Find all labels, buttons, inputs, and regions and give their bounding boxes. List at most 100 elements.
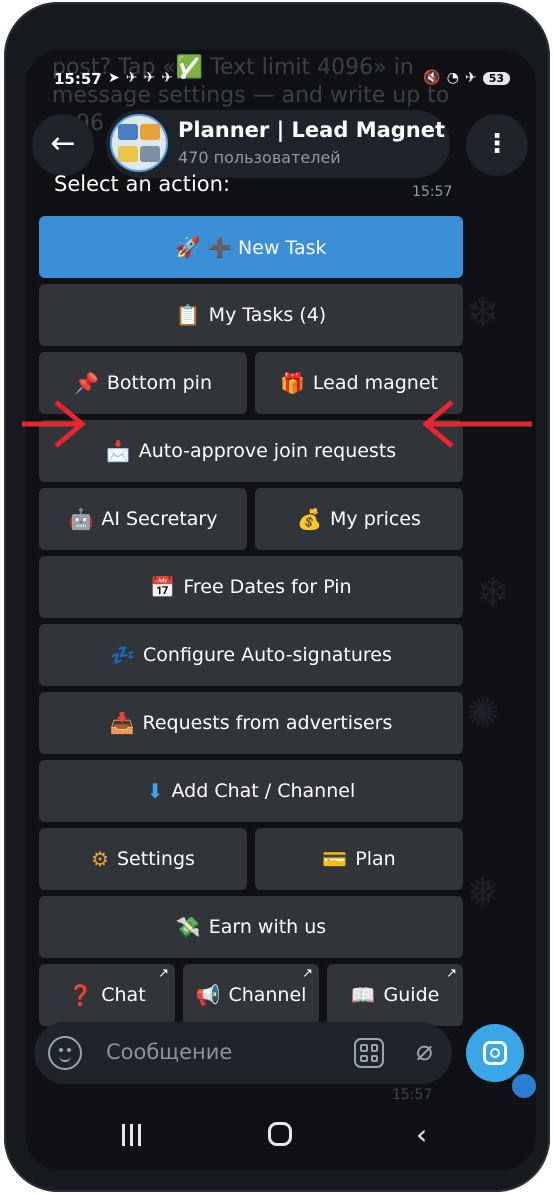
ai-secretary-label: AI Secretary <box>101 508 218 530</box>
auto-approve-label: Auto-approve join requests <box>138 440 397 462</box>
my-tasks-button[interactable]: 📋 My Tasks (4) <box>39 284 463 346</box>
add-chat-channel-label: Add Chat / Channel <box>171 780 356 802</box>
system-icons: 🔇◔✈ 53 <box>423 70 510 86</box>
bottom-pin-label: Bottom pin <box>106 372 213 394</box>
auto-signatures-button[interactable]: 💤 Configure Auto-signatures <box>39 624 463 686</box>
status-time: 15:57 <box>54 70 102 88</box>
my-prices-label: My prices <box>330 508 421 530</box>
camera-icon <box>483 1041 507 1065</box>
external-link-icon: ↗ <box>158 966 169 981</box>
earn-with-us-button[interactable]: 💸 Earn with us <box>39 896 463 958</box>
my-tasks-label: My Tasks (4) <box>208 304 327 326</box>
gift-icon: 🎁 <box>280 371 305 395</box>
battery-icon: 53 <box>482 72 510 85</box>
auto-signatures-label: Configure Auto-signatures <box>143 644 392 666</box>
requests-advertisers-label: Requests from advertisers <box>142 712 393 734</box>
new-task-button[interactable]: 🚀 ➕ New Task <box>39 216 463 278</box>
chat-title: Planner | Lead Magnet <box>178 118 446 142</box>
guide-link-button[interactable]: 📖 Guide ↗ <box>327 964 463 1026</box>
lead-magnet-label: Lead magnet <box>312 372 438 394</box>
free-dates-button[interactable]: 📅 Free Dates for Pin <box>39 556 463 618</box>
status-bar: 15:57 ➤✈✈✈• 🔇◔✈ 53 <box>26 68 536 96</box>
settings-button[interactable]: ⚙ Settings <box>39 828 247 890</box>
message-input-bar: Сообщение ⌀ <box>34 1022 452 1084</box>
dot-icon: • <box>178 70 194 86</box>
new-task-label: ➕ New Task <box>208 236 327 259</box>
more-vertical-icon: ⋮ <box>484 129 510 159</box>
camera-button[interactable] <box>466 1024 524 1082</box>
channel-link-label: Channel <box>228 984 307 1006</box>
plan-label: Plan <box>355 848 396 870</box>
clipboard-icon: 📋 <box>175 303 201 327</box>
snowflake-doodle-icon: ❄ <box>466 290 500 336</box>
download-arrow-icon: ⬇ <box>146 779 164 803</box>
add-chat-channel-button[interactable]: ⬇ Add Chat / Channel <box>39 760 463 822</box>
faded-message-time: 15:57 <box>392 1087 433 1103</box>
zzz-icon: 💤 <box>110 643 136 667</box>
avatar-quadrant <box>118 124 138 140</box>
message-time: 15:57 <box>412 184 453 200</box>
chat-subtitle: 470 пользователей <box>178 148 341 167</box>
chat-link-label: Chat <box>101 984 146 1006</box>
airplane-icon: ✈ <box>464 70 483 86</box>
circle-doodle-icon: ✺ <box>466 690 500 736</box>
telegram-icon: ✈ <box>143 70 162 86</box>
arrow-left-icon: ← <box>50 126 76 161</box>
snowflake-doodle-icon: ❄ <box>476 570 510 616</box>
recent-apps-icon[interactable] <box>122 1124 148 1148</box>
wifi-icon: ◔ <box>446 70 465 86</box>
free-dates-label: Free Dates for Pin <box>183 576 352 598</box>
home-icon[interactable] <box>268 1122 292 1146</box>
question-icon: ❓ <box>68 983 94 1007</box>
settings-label: Settings <box>117 848 195 870</box>
chat-bubble-badge-icon[interactable] <box>512 1074 536 1098</box>
avatar-quadrant <box>140 124 160 140</box>
auto-approve-button[interactable]: 📩 Auto-approve join requests <box>39 420 463 482</box>
inbox-tray-icon: 📥 <box>109 711 135 735</box>
mute-icon: 🔇 <box>423 70 447 86</box>
channel-link-button[interactable]: 📢 Channel ↗ <box>183 964 319 1026</box>
envelope-icon: 📩 <box>105 439 131 463</box>
money-wings-icon: 💸 <box>175 915 201 939</box>
message-input[interactable]: Сообщение <box>106 1040 232 1064</box>
nav-back-icon[interactable]: ‹ <box>416 1118 427 1151</box>
telegram-icon: ✈ <box>125 70 144 86</box>
earn-with-us-label: Earn with us <box>208 916 327 938</box>
paperclip-icon[interactable]: ⌀ <box>416 1034 433 1067</box>
more-menu-button[interactable]: ⋮ <box>466 114 528 176</box>
credit-card-icon: 💳 <box>322 847 348 871</box>
snowflake-doodle-icon: ❅ <box>466 870 500 916</box>
message-text: Select an action: <box>54 172 231 196</box>
system-nav-bar: ‹ <box>26 1110 536 1170</box>
avatar-quadrant <box>118 146 138 162</box>
annotation-arrow-right-icon <box>22 400 86 448</box>
gear-icon: ⚙ <box>91 847 109 871</box>
telegram-icon: ✈ <box>161 70 179 86</box>
back-button[interactable]: ← <box>32 114 94 176</box>
rocket-icon: 🚀 <box>175 235 201 259</box>
guide-link-label: Guide <box>383 984 440 1006</box>
bot-keyboard-icon[interactable] <box>354 1038 384 1068</box>
pushpin-icon: 📌 <box>73 371 99 395</box>
avatar-quadrant <box>140 146 160 162</box>
external-link-icon: ↗ <box>446 966 457 981</box>
open-book-icon: 📖 <box>350 983 376 1007</box>
requests-advertisers-button[interactable]: 📥 Requests from advertisers <box>39 692 463 754</box>
money-bag-icon: 💰 <box>297 507 323 531</box>
chat-link-button[interactable]: ❓ Chat ↗ <box>39 964 175 1026</box>
ai-secretary-button[interactable]: 🤖 AI Secretary <box>39 488 247 550</box>
emoji-smile-icon[interactable] <box>48 1036 82 1070</box>
navigation-icon: ➤ <box>108 70 126 86</box>
external-link-icon: ↗ <box>302 966 313 981</box>
avatar[interactable] <box>110 114 168 172</box>
calendar-icon: 📅 <box>150 575 176 599</box>
phone-frame: ❄ ❄ ❅ ✺ post? Tap «✅ Text limit 4096» in… <box>4 2 550 1192</box>
screen: ❄ ❄ ❅ ✺ post? Tap «✅ Text limit 4096» in… <box>26 50 536 1170</box>
my-prices-button[interactable]: 💰 My prices <box>255 488 463 550</box>
android-icon: 🤖 <box>68 507 94 531</box>
chat-header[interactable]: Planner | Lead Magnet 470 пользователей <box>106 110 450 178</box>
megaphone-icon: 📢 <box>195 983 221 1007</box>
plan-button[interactable]: 💳 Plan <box>255 828 463 890</box>
notification-icons: ➤✈✈✈• <box>108 70 194 86</box>
annotation-arrow-left-icon <box>422 400 532 448</box>
